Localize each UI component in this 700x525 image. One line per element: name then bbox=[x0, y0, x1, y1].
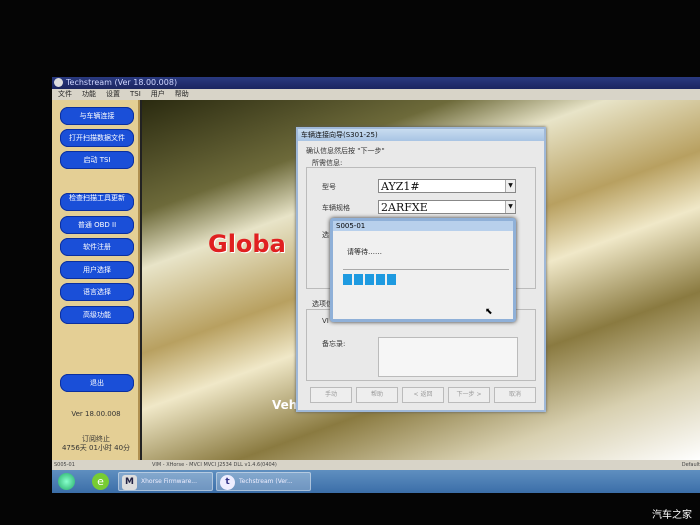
watermark: 汽车之家 bbox=[652, 510, 692, 521]
menu-function[interactable]: 功能 bbox=[82, 89, 96, 100]
dialog-title: 车辆连接向导(S301-25) bbox=[298, 129, 544, 141]
generic-obd-button[interactable]: 普通 OBD II bbox=[60, 216, 134, 234]
ie-icon[interactable]: e bbox=[92, 473, 109, 490]
window-titlebar: Techstream (Ver 18.00.008) bbox=[52, 77, 700, 89]
start-button-icon[interactable] bbox=[58, 473, 75, 490]
menu-help[interactable]: 帮助 bbox=[175, 89, 189, 100]
screen: Techstream (Ver 18.00.008) 文件 功能 设置 TSI … bbox=[52, 77, 700, 493]
wait-message: 请等待…… bbox=[347, 248, 382, 256]
open-scan-file-button[interactable]: 打开扫描数据文件 bbox=[60, 129, 134, 147]
subscription-remaining: 4756天 01小时 40分 bbox=[61, 444, 131, 452]
help-button[interactable]: 帮助 bbox=[356, 387, 398, 403]
status-bar: S005-01 VIM - XHorse - MVCI MVCI J2534 D… bbox=[52, 460, 700, 470]
model-label: 型号 bbox=[322, 183, 336, 191]
background-logo: Globa bbox=[208, 230, 286, 258]
menu-file[interactable]: 文件 bbox=[58, 89, 72, 100]
status-code: S005-01 bbox=[54, 462, 75, 468]
memo-textarea[interactable] bbox=[378, 337, 518, 377]
manual-button[interactable]: 手动 bbox=[310, 387, 352, 403]
menu-user[interactable]: 用户 bbox=[151, 89, 165, 100]
progress-block bbox=[354, 274, 363, 285]
progress-block bbox=[365, 274, 374, 285]
window-title: Techstream (Ver 18.00.008) bbox=[66, 78, 178, 87]
menu-bar: 文件 功能 设置 TSI 用户 帮助 bbox=[52, 89, 700, 100]
taskbar-label: Xhorse Firmware... bbox=[141, 478, 197, 485]
progress-block bbox=[343, 274, 352, 285]
model-combo[interactable]: AYZ1# ▼ bbox=[378, 179, 516, 193]
user-select-button[interactable]: 用户选择 bbox=[60, 261, 134, 279]
vin-label: VI bbox=[322, 317, 329, 325]
spec-combo[interactable]: 2ARFXE ▼ bbox=[378, 200, 516, 214]
taskbar-item-techstream[interactable]: t Techstream (Ver... bbox=[216, 472, 311, 491]
check-update-button[interactable]: 检查扫描工具更新 bbox=[60, 193, 134, 211]
progress-block bbox=[387, 274, 396, 285]
model-value: AYZ1# bbox=[381, 180, 420, 193]
language-select-button[interactable]: 语言选择 bbox=[60, 283, 134, 301]
progress-block bbox=[376, 274, 385, 285]
menu-settings[interactable]: 设置 bbox=[106, 89, 120, 100]
connect-vehicle-button[interactable]: 与车辆连接 bbox=[60, 107, 134, 125]
progress-bar bbox=[343, 274, 396, 285]
app-icon bbox=[54, 78, 63, 87]
taskbar: e M Xhorse Firmware... t Techstream (Ver..… bbox=[52, 470, 700, 493]
popup-title: S005-01 bbox=[333, 221, 513, 231]
back-button[interactable]: < 返回 bbox=[402, 387, 444, 403]
mouse-cursor-icon: ⬉ bbox=[485, 307, 493, 317]
dialog-instruction: 确认信息然后按 "下一步" bbox=[306, 147, 385, 155]
dropdown-arrow-icon[interactable]: ▼ bbox=[505, 180, 515, 192]
exit-button[interactable]: 退出 bbox=[60, 374, 134, 392]
techstream-icon: t bbox=[220, 475, 235, 490]
interface-info: VIM - XHorse - MVCI MVCI J2534 DLL v1.4.… bbox=[152, 462, 277, 468]
taskbar-item-xhorse[interactable]: M Xhorse Firmware... bbox=[118, 472, 213, 491]
cancel-button[interactable]: 取消 bbox=[494, 387, 536, 403]
status-user: Default bbox=[681, 462, 700, 468]
dropdown-arrow-icon[interactable]: ▼ bbox=[505, 201, 515, 213]
divider bbox=[343, 269, 509, 270]
menu-tsi[interactable]: TSI bbox=[130, 89, 141, 100]
taskbar-label: Techstream (Ver... bbox=[239, 478, 293, 485]
subscription-info: 订阅终止 4756天 01小时 40分 bbox=[52, 435, 140, 453]
spec-label: 车辆规格 bbox=[322, 204, 350, 212]
sidebar: 与车辆连接 打开扫描数据文件 启动 TSI 检查扫描工具更新 普通 OBD II… bbox=[52, 100, 140, 460]
mvci-icon: M bbox=[122, 475, 137, 490]
version-label: Ver 18.00.008 bbox=[71, 410, 121, 418]
wait-popup: S005-01 请等待…… ⬉ bbox=[330, 218, 516, 322]
memo-label: 备忘录: bbox=[322, 340, 346, 348]
advanced-functions-button[interactable]: 高级功能 bbox=[60, 306, 134, 324]
subscription-label: 订阅终止 bbox=[82, 435, 110, 443]
next-button[interactable]: 下一步 > bbox=[448, 387, 490, 403]
option-label: 选 bbox=[322, 231, 329, 239]
spec-value: 2ARFXE bbox=[381, 201, 428, 214]
software-registration-button[interactable]: 软件注册 bbox=[60, 238, 134, 256]
start-tsi-button[interactable]: 启动 TSI bbox=[60, 151, 134, 169]
